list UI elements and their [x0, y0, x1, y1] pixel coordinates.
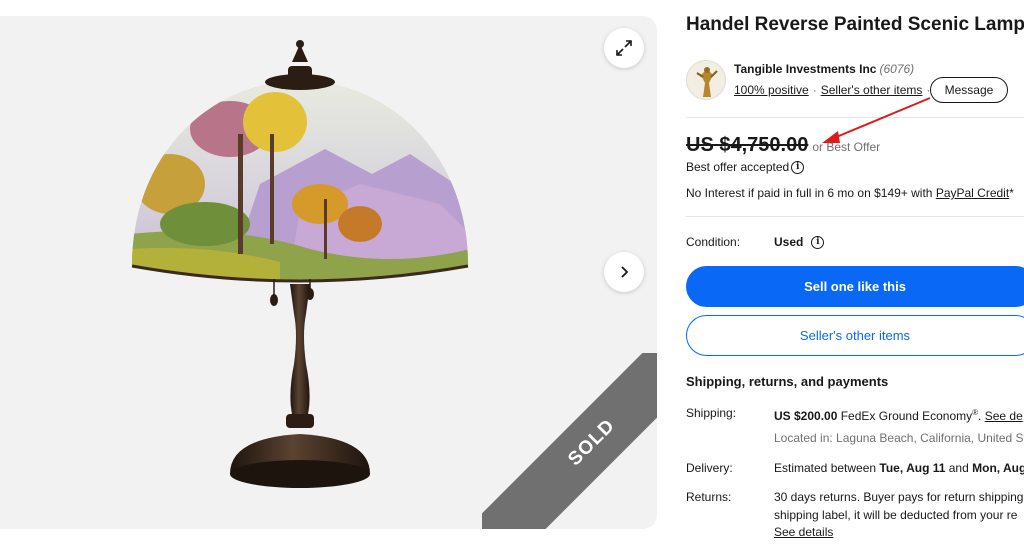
delivery-label: Delivery: — [686, 461, 733, 475]
item-title: Handel Reverse Painted Scenic Lamp — [686, 14, 1024, 35]
delivery-end: Mon, Aug 1 — [972, 461, 1024, 475]
sold-ribbon: SOLD — [482, 353, 657, 529]
seller-info: Tangible Investments Inc (6076) 100% posi… — [686, 60, 1024, 106]
sell-one-like-this-button[interactable]: Sell one like this — [686, 266, 1024, 307]
separator-dot: · — [812, 83, 817, 97]
or-best-offer: or Best Offer — [812, 140, 881, 154]
expand-icon — [616, 40, 632, 56]
delivery-start: Tue, Aug 11 — [879, 461, 946, 475]
delivery-and: and — [945, 461, 973, 475]
shipping-value: US $200.00 FedEx Ground Economy®. See de — [774, 408, 1023, 423]
expand-button[interactable] — [604, 28, 644, 68]
shipping-label: Shipping: — [686, 406, 737, 420]
returns-line-2: shipping label, it will be deducted from… — [774, 508, 1018, 522]
shipping-heading: Shipping, returns, and payments — [686, 374, 889, 389]
image-gallery: SOLD — [0, 16, 657, 529]
delivery-prefix: Estimated between — [774, 461, 880, 475]
financing-text: No Interest if paid in full in 6 mo on $… — [686, 186, 936, 200]
divider — [686, 216, 1024, 217]
returns-details: See details — [774, 525, 833, 539]
shipping-price: US $200.00 — [774, 409, 838, 423]
see-shipping-details-link[interactable]: See de — [985, 409, 1023, 423]
divider — [686, 117, 1024, 118]
seller-other-items-link[interactable]: Seller's other items — [821, 83, 923, 97]
financing-info: No Interest if paid in full in 6 mo on $… — [686, 186, 1014, 200]
sold-label: SOLD — [564, 415, 620, 471]
price-row: US $4,750.00 or Best Offer — [686, 134, 880, 157]
seller-feedback-count: (6076) — [879, 62, 915, 76]
seller-logo-icon — [687, 61, 725, 99]
shipping-service: FedEx Ground Economy — [837, 409, 973, 423]
sellers-other-items-button[interactable]: Seller's other items — [686, 315, 1024, 356]
paypal-credit-link[interactable]: PayPal Credit — [936, 186, 1009, 200]
condition-label: Condition: — [686, 235, 741, 249]
seller-avatar[interactable] — [686, 60, 726, 100]
seller-links: 100% positive · Seller's other items · — [734, 83, 934, 97]
condition-value-text: Used — [774, 235, 804, 249]
condition-value: Used i — [774, 235, 825, 249]
info-icon[interactable]: i — [811, 235, 825, 249]
chevron-right-icon — [621, 266, 629, 278]
returns-label: Returns: — [686, 490, 732, 504]
financing-suffix: * — [1009, 186, 1014, 200]
item-price: US $4,750.00 — [686, 134, 809, 156]
item-location: Located in: Laguna Beach, California, Un… — [774, 431, 1024, 445]
seller-name[interactable]: Tangible Investments Inc (6076) — [734, 62, 914, 76]
seller-positive-link[interactable]: 100% positive — [734, 83, 809, 97]
see-return-details-link[interactable]: See details — [774, 525, 833, 539]
product-image[interactable] — [110, 34, 490, 512]
info-icon[interactable]: i — [791, 160, 805, 174]
best-offer-accepted-text: Best offer accepted — [686, 160, 790, 174]
best-offer-accepted: Best offer accepted i — [686, 160, 805, 174]
message-button[interactable]: Message — [930, 77, 1008, 103]
next-image-button[interactable] — [604, 252, 644, 292]
returns-line-1: 30 days returns. Buyer pays for return s… — [774, 490, 1024, 504]
shipping-period: . — [978, 409, 985, 423]
delivery-value: Estimated between Tue, Aug 11 and Mon, A… — [774, 461, 1024, 475]
seller-name-text[interactable]: Tangible Investments Inc — [734, 62, 876, 76]
item-details-panel: Handel Reverse Painted Scenic Lamp Tangi… — [686, 0, 1024, 547]
